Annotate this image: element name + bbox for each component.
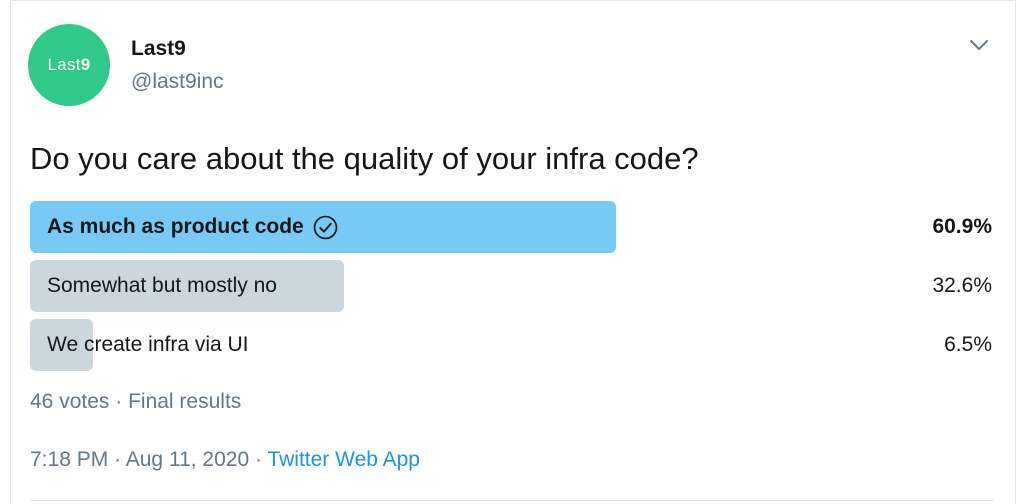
poll-option-percent: 32.6% — [932, 274, 992, 297]
tweet-meta: 7:18 PM · Aug 11, 2020 · Twitter Web App — [30, 448, 420, 472]
vote-count: 46 votes — [30, 390, 110, 413]
top-divider — [10, 0, 1016, 1]
poll-option-label-wrap: We create infra via UI — [47, 319, 249, 371]
right-border — [1015, 0, 1016, 504]
poll-summary: 46 votes · Final results — [30, 390, 241, 414]
author-display-name[interactable]: Last9 — [131, 37, 186, 61]
tweet-text: Do you care about the quality of your in… — [30, 141, 699, 176]
separator-dot: · — [254, 448, 262, 471]
check-circle-icon — [313, 215, 337, 239]
poll-status: Final results — [128, 390, 242, 413]
avatar-logo-text: Last9 — [47, 55, 91, 74]
chevron-down-icon[interactable] — [968, 36, 990, 54]
separator-dot: · — [115, 390, 123, 413]
left-border — [10, 0, 11, 504]
bottom-divider — [30, 500, 994, 501]
tweet-time[interactable]: 7:18 PM — [30, 448, 108, 471]
poll-option-label-wrap: As much as product code — [47, 201, 338, 253]
poll-option-label: Somewhat but mostly no — [47, 274, 277, 297]
tweet-card: Last9 Last9 @last9inc Do you care about … — [0, 0, 1024, 504]
separator-dot: · — [114, 448, 122, 471]
poll-option: Somewhat but mostly no 32.6% — [30, 260, 992, 312]
poll-option-percent: 6.5% — [944, 333, 992, 356]
poll-option-percent: 60.9% — [932, 215, 992, 238]
tweet-date[interactable]: Aug 11, 2020 — [126, 448, 249, 471]
poll-option: We create infra via UI 6.5% — [30, 319, 992, 371]
author-handle[interactable]: @last9inc — [131, 70, 224, 94]
poll-option-label-wrap: Somewhat but mostly no — [47, 260, 277, 312]
poll-option: As much as product code 60.9% — [30, 201, 992, 253]
poll-option-label: We create infra via UI — [47, 333, 249, 356]
poll-option-label: As much as product code — [47, 215, 304, 238]
avatar[interactable]: Last9 — [28, 24, 110, 106]
source-link[interactable]: Twitter Web App — [267, 448, 420, 471]
